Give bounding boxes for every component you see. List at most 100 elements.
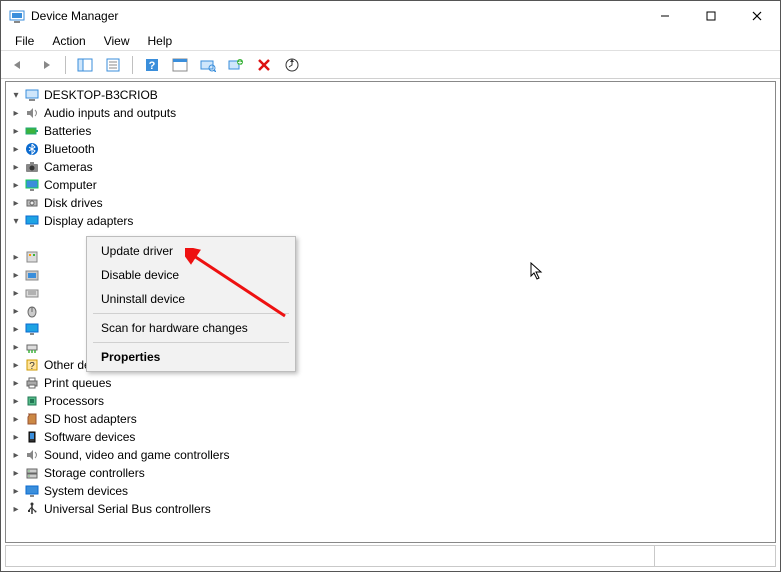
status-cell (655, 546, 775, 566)
minimize-button[interactable] (642, 1, 688, 31)
menu-help[interactable]: Help (140, 32, 181, 50)
display-icon (24, 231, 40, 247)
tree-node-sound[interactable]: ▸ Sound, video and game controllers (8, 446, 773, 464)
toolbar: ? + (1, 51, 780, 79)
menu-properties[interactable]: Properties (89, 345, 293, 369)
chevron-right-icon[interactable]: ▸ (8, 303, 24, 319)
chevron-right-icon[interactable]: ▸ (8, 177, 24, 193)
chevron-right-icon[interactable]: ▸ (8, 249, 24, 265)
tree-node-storage[interactable]: ▸Storage controllers (8, 464, 773, 482)
tree-label: SD host adapters (44, 412, 137, 426)
chevron-right-icon[interactable]: ▸ (8, 411, 24, 427)
uninstall-button[interactable] (253, 54, 275, 76)
scan-hardware-button[interactable] (197, 54, 219, 76)
chevron-right-icon[interactable]: ▸ (8, 357, 24, 373)
menu-disable-device[interactable]: Disable device (89, 263, 293, 287)
computer-icon (24, 87, 40, 103)
chevron-down-icon[interactable]: ▾ (8, 87, 24, 103)
add-legacy-button[interactable]: + (225, 54, 247, 76)
tree-root-label: DESKTOP-B3CRIOB (44, 88, 158, 102)
tree-label: Software devices (44, 430, 135, 444)
menu-uninstall-device[interactable]: Uninstall device (89, 287, 293, 311)
tree-node-batteries[interactable]: ▸ Batteries (8, 122, 773, 140)
tree-label: Cameras (44, 160, 93, 174)
cpu-icon (24, 393, 40, 409)
chevron-right-icon[interactable]: ▸ (8, 483, 24, 499)
tree-node-computer[interactable]: ▸ Computer (8, 176, 773, 194)
chevron-right-icon[interactable]: ▸ (8, 105, 24, 121)
tree-label: Computer (44, 178, 97, 192)
update-driver-button[interactable] (281, 54, 303, 76)
tree-node-software[interactable]: ▸ Software devices (8, 428, 773, 446)
other-icon: ? (24, 357, 40, 373)
tree-label: Sound, video and game controllers (44, 448, 229, 462)
tree-node-cameras[interactable]: ▸ Cameras (8, 158, 773, 176)
audio-icon (24, 105, 40, 121)
window-title: Device Manager (31, 9, 642, 23)
chevron-right-icon[interactable]: ▸ (8, 447, 24, 463)
svg-text:?: ? (29, 361, 35, 372)
tree-node-usb[interactable]: ▸Universal Serial Bus controllers (8, 500, 773, 518)
chevron-right-icon[interactable]: ▸ (8, 375, 24, 391)
tree-label: Bluetooth (44, 142, 95, 156)
action-button[interactable] (169, 54, 191, 76)
tree-label: Audio inputs and outputs (44, 106, 176, 120)
sound-icon (24, 447, 40, 463)
chevron-right-icon[interactable]: ▸ (8, 339, 24, 355)
tree-root[interactable]: ▾ DESKTOP-B3CRIOB (8, 86, 773, 104)
menu-separator (93, 342, 289, 343)
network-icon (24, 339, 40, 355)
tree-node-audio[interactable]: ▸ Audio inputs and outputs (8, 104, 773, 122)
chevron-right-icon[interactable]: ▸ (8, 501, 24, 517)
tree-label: System devices (44, 484, 128, 498)
chevron-right-icon[interactable]: ▸ (8, 141, 24, 157)
chevron-right-icon[interactable]: ▸ (8, 465, 24, 481)
status-cell (6, 546, 655, 566)
tree-node-system[interactable]: ▸ System devices (8, 482, 773, 500)
menu-view[interactable]: View (96, 32, 138, 50)
disk-icon (24, 195, 40, 211)
maximize-button[interactable] (688, 1, 734, 31)
chevron-right-icon[interactable]: ▸ (8, 123, 24, 139)
menu-scan-hardware[interactable]: Scan for hardware changes (89, 316, 293, 340)
status-bar (5, 545, 776, 567)
chevron-down-icon[interactable]: ▾ (8, 213, 24, 229)
forward-button[interactable] (35, 54, 57, 76)
back-button[interactable] (7, 54, 29, 76)
show-hide-console-button[interactable] (74, 54, 96, 76)
close-button[interactable] (734, 1, 780, 31)
tree-node-bluetooth[interactable]: ▸ Bluetooth (8, 140, 773, 158)
svg-text:+: + (238, 58, 243, 67)
chevron-right-icon[interactable]: ▸ (8, 285, 24, 301)
window-controls (642, 1, 780, 31)
properties-button[interactable] (102, 54, 124, 76)
help-button[interactable]: ? (141, 54, 163, 76)
menu-update-driver[interactable]: Update driver (89, 239, 293, 263)
chevron-right-icon[interactable]: ▸ (8, 267, 24, 283)
system-icon (24, 483, 40, 499)
tree-label: Disk drives (44, 196, 103, 210)
chevron-right-icon[interactable]: ▸ (8, 429, 24, 445)
menu-action[interactable]: Action (44, 32, 93, 50)
menubar: File Action View Help (1, 31, 780, 51)
printer-icon (24, 375, 40, 391)
mouse-icon (24, 303, 40, 319)
tree-node-display[interactable]: ▾Display adapters (8, 212, 773, 230)
camera-icon (24, 159, 40, 175)
chevron-right-icon[interactable]: ▸ (8, 195, 24, 211)
monitor-icon (24, 177, 40, 193)
bluetooth-icon (24, 141, 40, 157)
tree-node-disk[interactable]: ▸ Disk drives (8, 194, 773, 212)
tree-node-sd[interactable]: ▸ SD host adapters (8, 410, 773, 428)
storage-icon (24, 465, 40, 481)
usb-icon (24, 501, 40, 517)
chevron-right-icon[interactable]: ▸ (8, 321, 24, 337)
tree-node-cpu[interactable]: ▸Processors (8, 392, 773, 410)
display-icon (24, 213, 40, 229)
tree-label: Batteries (44, 124, 91, 138)
menu-file[interactable]: File (7, 32, 42, 50)
tree-node-print[interactable]: ▸Print queues (8, 374, 773, 392)
chevron-right-icon[interactable]: ▸ (8, 393, 24, 409)
chevron-right-icon[interactable]: ▸ (8, 159, 24, 175)
blank-icon (8, 231, 24, 247)
